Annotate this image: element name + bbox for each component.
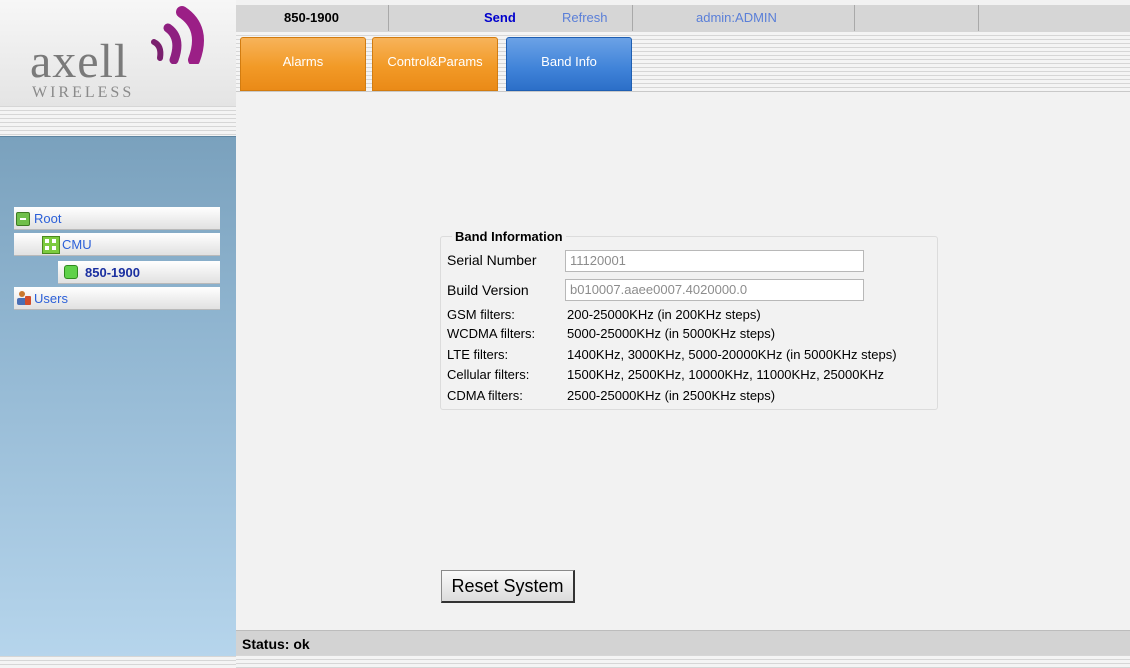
toolbar-divider — [978, 5, 979, 31]
toolbar-divider — [388, 5, 389, 31]
lte-filters-value: 1400KHz, 3000KHz, 5000-20000KHz (in 5000… — [567, 347, 897, 362]
band-information-legend: Band Information — [452, 229, 566, 244]
refresh-button[interactable]: Refresh — [562, 10, 608, 25]
cellular-filters-label: Cellular filters: — [447, 367, 530, 382]
build-version-field[interactable]: b010007.aaee0007.4020000.0 — [565, 279, 864, 301]
gsm-filters-value: 200-25000KHz (in 200KHz steps) — [567, 307, 761, 322]
tree-item-label: CMU — [62, 237, 92, 252]
tree-item-users[interactable]: Users — [14, 287, 220, 310]
logo-brand-text: axell — [30, 35, 129, 88]
build-version-label: Build Version — [447, 282, 529, 298]
axell-logo-icon — [151, 6, 204, 64]
tab-band-info[interactable]: Band Info — [506, 37, 632, 91]
logo-panel: axell WIRELESS — [0, 0, 236, 106]
module-icon — [42, 236, 60, 254]
bottom-footer — [236, 655, 1130, 668]
tree-item-device[interactable]: 850-1900 — [58, 261, 220, 284]
tree-item-label: Root — [34, 211, 62, 226]
toolbar-divider — [632, 5, 633, 31]
tab-bar: Alarms Control&Params Band Info — [236, 31, 1130, 91]
status-ok-icon — [64, 265, 78, 279]
logo-sub-text: WIRELESS — [32, 84, 135, 101]
toolbar-divider — [854, 5, 855, 31]
lte-filters-label: LTE filters: — [447, 347, 509, 362]
reset-system-button[interactable]: Reset System — [441, 570, 575, 603]
collapse-icon[interactable] — [16, 212, 30, 226]
tree-item-cmu[interactable]: CMU — [14, 233, 220, 256]
cellular-filters-value: 1500KHz, 2500KHz, 10000KHz, 11000KHz, 25… — [567, 367, 885, 382]
navigation-tree: Root CMU 850-1900 Users — [0, 136, 236, 657]
serial-number-label: Serial Number — [447, 252, 537, 268]
send-button[interactable]: Send — [484, 10, 516, 25]
tab-alarms[interactable]: Alarms — [240, 37, 366, 91]
left-footer — [0, 656, 236, 668]
serial-number-field[interactable]: 11120001 — [565, 250, 864, 272]
gsm-filters-label: GSM filters: — [447, 307, 515, 322]
wcdma-filters-label: WCDMA filters: — [447, 326, 536, 341]
status-bar: Status: ok — [236, 630, 1130, 655]
top-toolbar: 850-1900 Send Refresh admin:ADMIN — [236, 5, 1130, 32]
status-text: Status: ok — [242, 636, 310, 652]
tree-item-root[interactable]: Root — [14, 207, 220, 230]
cdma-filters-label: CDMA filters: — [447, 388, 523, 403]
tree-item-label: 850-1900 — [85, 265, 140, 280]
left-divider — [0, 106, 236, 136]
tree-item-label: Users — [34, 291, 68, 306]
device-name: 850-1900 — [284, 10, 339, 25]
user-info: admin:ADMIN — [696, 10, 777, 25]
cdma-filters-value: 2500-25000KHz (in 2500KHz steps) — [567, 388, 776, 403]
tab-control-params[interactable]: Control&Params — [372, 37, 498, 91]
wcdma-filters-value: 5000-25000KHz (in 5000KHz steps) — [567, 326, 776, 341]
users-icon — [16, 290, 32, 306]
